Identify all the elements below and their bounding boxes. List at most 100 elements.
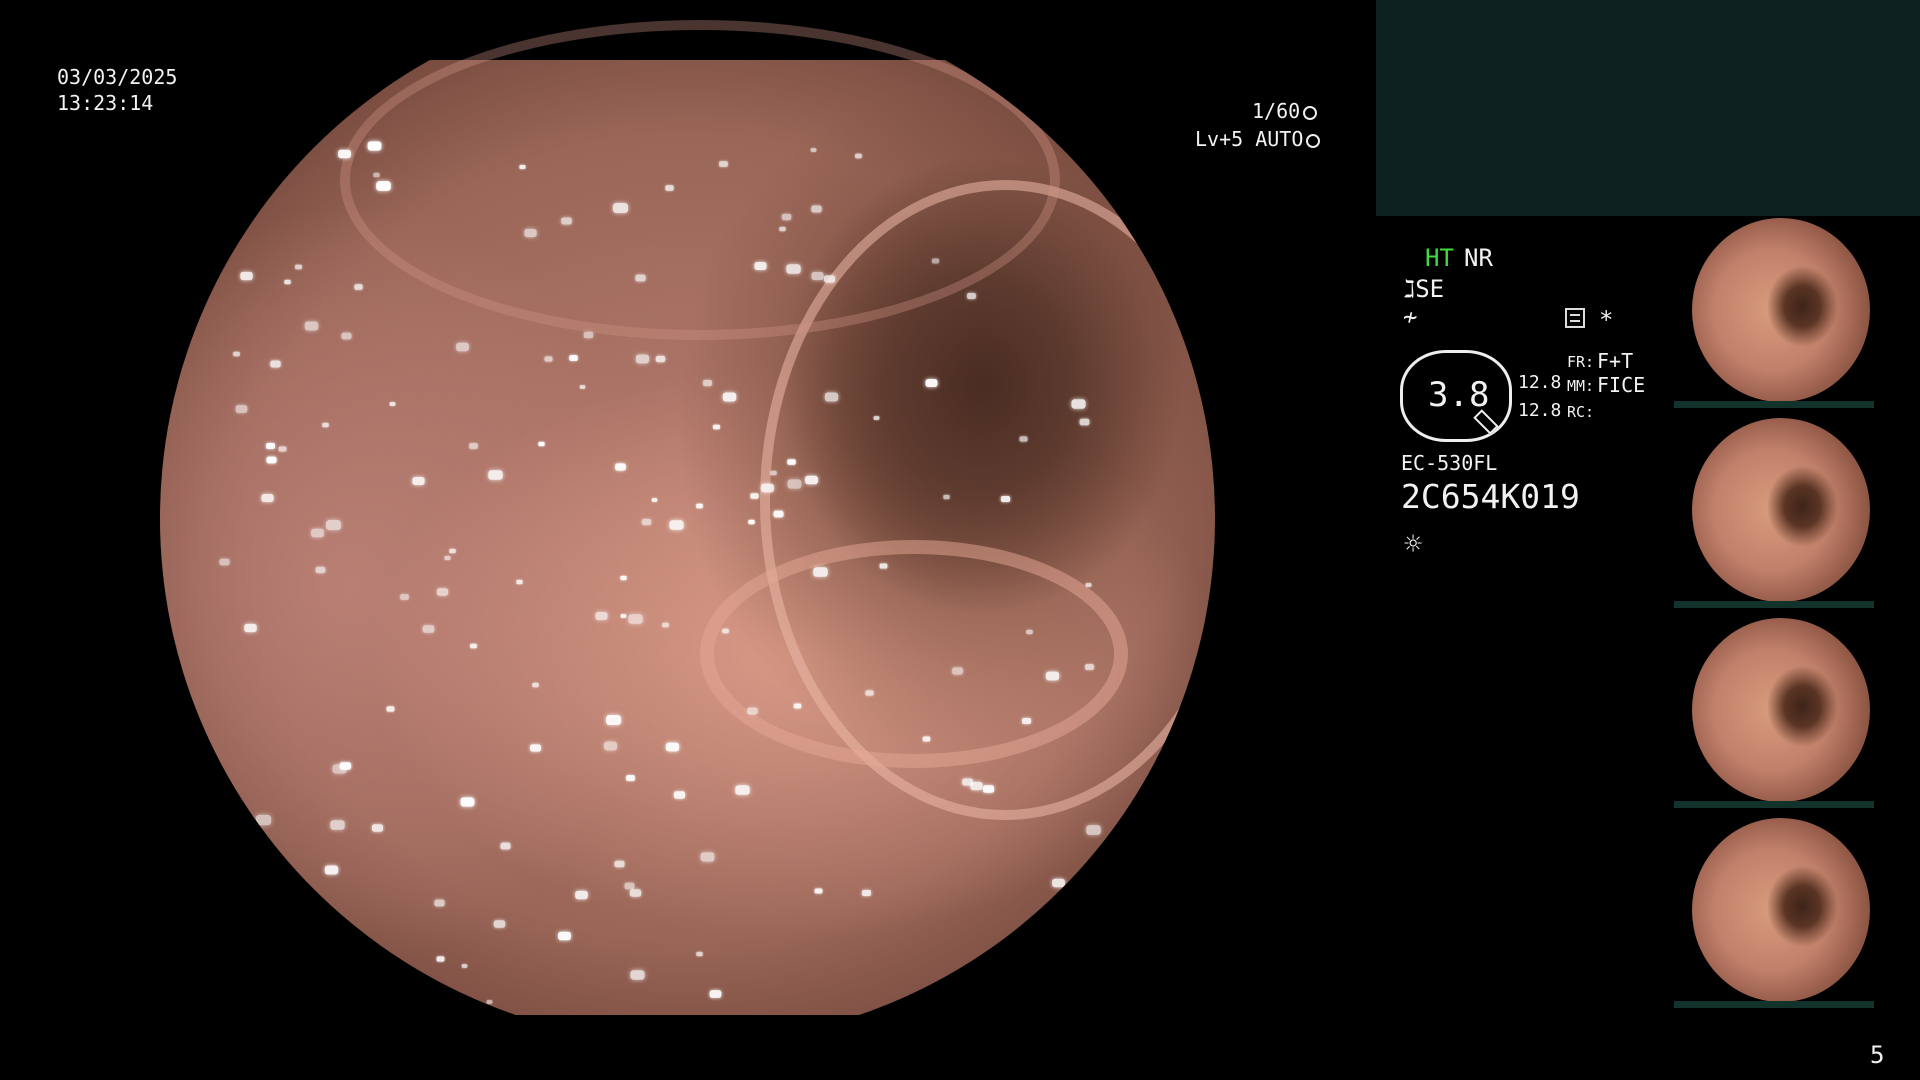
specular-highlight: [624, 882, 635, 890]
rc-label: RC:: [1567, 403, 1595, 421]
specular-highlight: [620, 576, 627, 581]
specular-highlight: [1085, 663, 1095, 670]
specular-highlight: [437, 588, 449, 596]
specular-highlight: [701, 852, 715, 863]
specular-highlight: [952, 667, 963, 675]
scope-model: EC-530FL: [1401, 451, 1498, 475]
shutter-text: 1/60: [1252, 99, 1301, 123]
specular-highlight: [488, 470, 504, 480]
specular-highlight: [233, 351, 240, 357]
endoscope-main-view: [160, 20, 1215, 1015]
specular-highlight: [531, 683, 539, 688]
specular-highlight: [1000, 496, 1010, 503]
specular-highlight: [735, 784, 750, 795]
specular-highlight: [261, 493, 274, 502]
specular-highlight: [721, 628, 729, 633]
specular-highlight: [627, 614, 643, 624]
specular-highlight: [665, 742, 679, 752]
specular-highlight: [626, 775, 636, 782]
specular-highlight: [561, 217, 572, 225]
specular-highlight: [748, 520, 755, 525]
specular-highlight: [354, 284, 363, 290]
specular-highlight: [329, 820, 345, 830]
specular-highlight: [787, 479, 802, 489]
specular-highlight: [1079, 419, 1090, 426]
specular-highlight: [265, 442, 275, 449]
specular-highlight: [1086, 825, 1102, 835]
specular-highlight: [304, 321, 319, 331]
specular-highlight: [529, 744, 541, 752]
specular-highlight: [613, 202, 629, 213]
aperture-icon: [1303, 106, 1318, 120]
specular-highlight: [389, 402, 396, 407]
specular-highlight: [569, 354, 579, 361]
specular-highlight: [339, 761, 351, 770]
specular-highlight: [773, 510, 784, 518]
specular-highlight: [865, 690, 874, 696]
specular-highlight: [558, 931, 571, 941]
specular-highlight: [778, 226, 786, 231]
specular-highlight: [747, 707, 758, 715]
specular-highlight: [967, 293, 977, 300]
specular-highlight: [982, 785, 994, 793]
specular-highlight: [1099, 986, 1108, 992]
nr-indicator: NR: [1464, 244, 1493, 272]
specular-highlight: [1091, 908, 1100, 914]
fr-value: F+T: [1597, 349, 1634, 373]
specular-highlight: [787, 458, 797, 465]
specular-highlight: [222, 980, 234, 989]
specular-highlight: [1046, 671, 1060, 680]
specular-highlight: [461, 963, 468, 968]
specular-highlight: [614, 860, 625, 868]
thumbnail-2[interactable]: [1672, 416, 1902, 608]
specular-highlight: [662, 623, 670, 628]
thumbnail-4[interactable]: [1672, 816, 1902, 1008]
specular-highlight: [781, 214, 791, 221]
specular-highlight: [290, 898, 298, 903]
specular-highlight: [294, 264, 302, 269]
specular-highlight: [1026, 629, 1033, 634]
specular-highlight: [629, 969, 645, 980]
specular-highlight: [614, 463, 626, 471]
specular-highlight: [810, 147, 817, 152]
specular-highlight: [284, 279, 292, 284]
specular-highlight: [486, 999, 493, 1004]
specular-highlight: [244, 623, 258, 632]
readout-value-1: 12.8: [1518, 372, 1562, 393]
date-text: 03/03/2025: [57, 65, 178, 89]
specular-highlight: [375, 181, 391, 191]
specular-highlight: [823, 275, 835, 283]
thumbnail-1[interactable]: [1672, 216, 1902, 408]
specular-highlight: [236, 405, 248, 414]
specular-highlight: [1071, 399, 1086, 409]
specular-highlight: [219, 558, 230, 566]
specular-highlight: [760, 484, 774, 493]
specular-highlight: [673, 791, 685, 800]
exposure-level: Lv+5 AUTO: [1195, 127, 1321, 151]
specular-highlight: [665, 185, 674, 191]
asterisk-indicator: *: [1599, 306, 1614, 334]
specular-highlight: [696, 951, 703, 957]
level-text: Lv+5: [1195, 127, 1244, 151]
specular-highlight: [444, 556, 451, 561]
thumbnail-3[interactable]: [1672, 616, 1902, 808]
specular-highlight: [970, 781, 983, 790]
specular-highlight: [449, 548, 456, 553]
mm-label: MM:: [1567, 377, 1595, 395]
specular-highlight: [373, 173, 380, 178]
specular-highlight: [516, 579, 523, 584]
specular-highlight: [1052, 878, 1066, 888]
light-source-icon: ☼: [1404, 527, 1423, 562]
datetime-overlay: 03/03/2025 13:23:14: [57, 64, 177, 116]
specular-highlight: [322, 423, 330, 428]
specular-highlight: [656, 355, 666, 362]
specular-highlight: [606, 714, 622, 725]
specular-highlight: [1018, 955, 1028, 962]
specular-highlight: [460, 797, 475, 807]
thumbnail-strip: [1672, 216, 1920, 1016]
specular-highlight: [575, 890, 588, 900]
specular-highlight: [770, 471, 777, 476]
fr-label: FR:: [1567, 353, 1595, 371]
specular-highlight: [794, 703, 802, 709]
specular-highlight: [266, 457, 277, 464]
